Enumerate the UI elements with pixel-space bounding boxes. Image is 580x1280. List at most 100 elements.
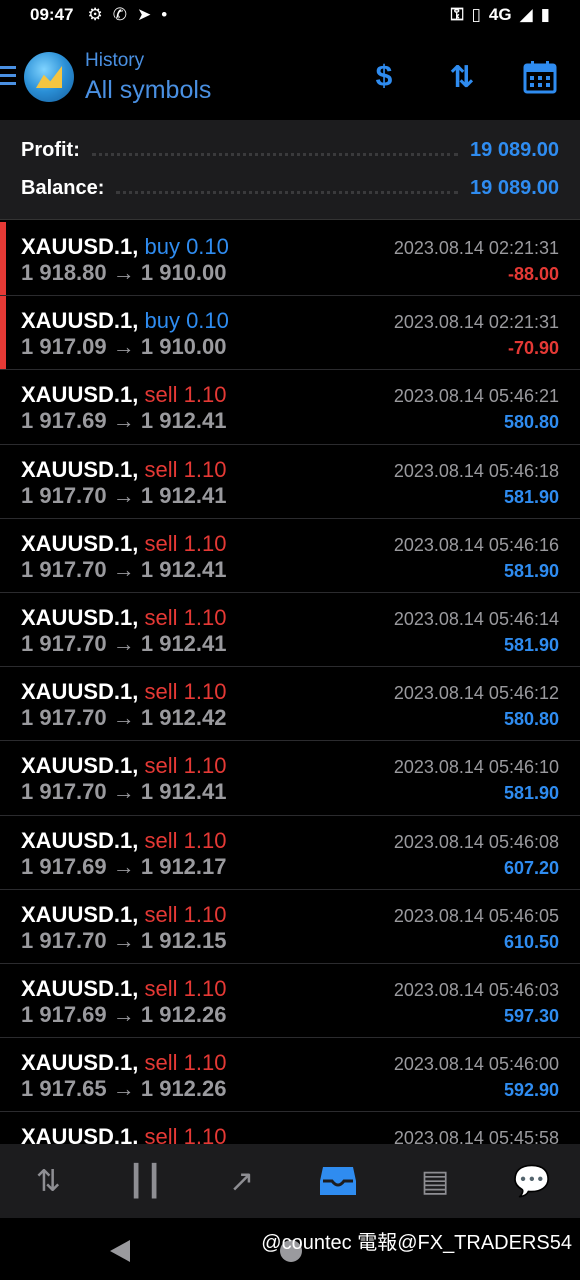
- deal-title: XAUUSD.1, sell 1.10: [21, 457, 226, 483]
- deal-title: XAUUSD.1, sell 1.10: [21, 679, 226, 705]
- gear-icon: ⚙: [87, 5, 103, 24]
- deal-title: XAUUSD.1, sell 1.10: [21, 1050, 226, 1076]
- deal-title: XAUUSD.1, buy 0.10: [21, 308, 229, 334]
- dotted-leader: [91, 152, 459, 156]
- deal-time: 2023.08.14 05:46:10: [393, 757, 559, 778]
- buy-marker: [0, 222, 6, 296]
- nav-chat[interactable]: 💬: [483, 1144, 580, 1218]
- deal-type: sell 1.10: [144, 679, 227, 705]
- back-icon[interactable]: [110, 1240, 130, 1262]
- deal-type: sell 1.10: [144, 1050, 227, 1076]
- deal-profit: 581.90: [503, 634, 559, 655]
- deal-type: sell 1.10: [144, 901, 227, 927]
- deal-type: sell 1.10: [144, 382, 227, 408]
- dot-icon: •: [161, 5, 168, 24]
- calendar-button[interactable]: [521, 58, 559, 96]
- balance-row: Balance: 19 089.00: [21, 173, 559, 203]
- deal-time: 2023.08.14 05:45:58: [393, 1128, 559, 1144]
- deal-row[interactable]: XAUUSD.1, sell 1.10 1 917.70 → 1 912.42 20…: [0, 667, 580, 742]
- deal-symbol: XAUUSD.1,: [21, 308, 139, 334]
- deal-row[interactable]: XAUUSD.1, sell 1.10 1 917.65 → 1 912.26 20…: [0, 1038, 580, 1113]
- deal-profit: 610.50: [503, 931, 559, 952]
- menu-icon[interactable]: [0, 66, 16, 90]
- deal-time: 2023.08.14 05:46:14: [393, 608, 559, 629]
- deal-prices: 1 918.80 → 1 910.00: [21, 260, 227, 285]
- deal-row[interactable]: XAUUSD.1, sell 1.10 1 917.69 → 1 912.26 20…: [0, 964, 580, 1039]
- nav-trade[interactable]: ↗: [193, 1144, 290, 1218]
- deal-row[interactable]: XAUUSD.1, sell 1.10 1 917.69 → 1 912.41 20…: [0, 370, 580, 445]
- key-icon: ⚿: [450, 5, 464, 24]
- deal-row[interactable]: XAUUSD.1, sell 1.10 1 917.70 → 1 912.41 20…: [0, 741, 580, 816]
- deal-time: 2023.08.14 05:46:05: [393, 905, 559, 926]
- deal-type: sell 1.10: [144, 530, 227, 556]
- deal-prices: 1 917.70 → 1 912.15: [21, 927, 227, 953]
- signal-icon: ◢: [519, 5, 533, 24]
- trade-icon: ↗: [229, 1164, 255, 1198]
- chart-icon: ┃┃: [126, 1164, 164, 1198]
- sort-button[interactable]: ⇅: [443, 58, 481, 96]
- deal-row[interactable]: XAUUSD.1, sell 1.10 1 917.70 → 1 912.41 20…: [0, 519, 580, 593]
- network-type: 4G: [488, 5, 512, 24]
- deal-type: sell 1.10: [144, 753, 227, 779]
- news-icon: ▤: [420, 1164, 450, 1198]
- deal-symbol: XAUUSD.1,: [21, 1050, 139, 1076]
- deal-profit: 580.80: [503, 709, 559, 730]
- status-bar: 09:47 ⚙ ✆ ➤ • ⚿ ▯ 4G ◢ ▮: [0, 0, 580, 30]
- history-icon: [320, 1167, 357, 1195]
- deal-time: 2023.08.14 05:46:21: [393, 386, 559, 407]
- deal-row[interactable]: XAUUSD.1, sell 1.10 1 917.70 → 1 912.41 20…: [0, 445, 580, 519]
- nav-chart[interactable]: ┃┃: [97, 1144, 194, 1218]
- quotes-icon: ⇅: [35, 1164, 61, 1198]
- deal-profit: 607.20: [503, 857, 559, 878]
- nav-news[interactable]: ▤: [387, 1144, 484, 1218]
- deal-profit: -70.90: [507, 338, 559, 359]
- deal-time: 2023.08.14 05:46:03: [393, 979, 559, 1000]
- deal-title: XAUUSD.1, sell 1.10: [21, 976, 226, 1002]
- deal-prices: 1 917.70 → 1 912.41: [21, 556, 227, 582]
- deal-type: sell 1.10: [144, 456, 227, 482]
- deal-time: 2023.08.14 02:21:31: [393, 238, 559, 258]
- vibrate-icon: ▯: [471, 5, 481, 24]
- deal-symbol: XAUUSD.1,: [21, 1124, 139, 1144]
- deal-profit: -88.00: [507, 264, 559, 284]
- deal-symbol: XAUUSD.1,: [21, 604, 139, 630]
- telegram-icon: ➤: [136, 5, 152, 24]
- deal-row[interactable]: XAUUSD.1, sell 1.10 2023.08.14 05:45:58: [0, 1112, 580, 1144]
- app-header: History All symbols $ ⇅: [0, 30, 580, 118]
- deal-prices: 1 917.09 → 1 910.00: [21, 334, 227, 360]
- deal-row[interactable]: XAUUSD.1, sell 1.10 1 917.70 → 1 912.41 20…: [0, 593, 580, 668]
- deal-time: 2023.08.14 05:46:18: [393, 460, 559, 481]
- deal-symbol: XAUUSD.1,: [21, 827, 139, 853]
- calendar-icon: [523, 61, 557, 94]
- deal-profit: 580.80: [503, 412, 559, 433]
- deal-time: 2023.08.14 02:21:31: [393, 312, 559, 333]
- deal-type: sell 1.10: [144, 827, 227, 853]
- deal-title: XAUUSD.1, sell 1.10: [21, 531, 226, 557]
- watermark: @countec 電報@FX_TRADERS54: [261, 1232, 572, 1254]
- deposit-filter-button[interactable]: $: [365, 58, 403, 96]
- deal-profit: 581.90: [503, 560, 559, 581]
- profit-row: Profit: 19 089.00: [21, 135, 559, 165]
- page-title: History: [85, 50, 145, 71]
- deal-symbol: XAUUSD.1,: [21, 456, 139, 482]
- symbol-filter[interactable]: All symbols: [85, 76, 211, 105]
- dotted-leader: [116, 190, 459, 194]
- deal-symbol: XAUUSD.1,: [21, 753, 139, 779]
- profit-value: 19 089.00: [470, 138, 559, 161]
- deal-row[interactable]: XAUUSD.1, sell 1.10 1 917.70 → 1 912.15 20…: [0, 890, 580, 964]
- nav-quotes[interactable]: ⇅: [0, 1144, 97, 1218]
- account-summary: Profit: 19 089.00 Balance: 19 089.00: [0, 120, 580, 220]
- deal-type: sell 1.10: [144, 975, 227, 1001]
- deal-row[interactable]: XAUUSD.1, buy 0.10 1 917.09 → 1 910.00 202…: [0, 296, 580, 371]
- deal-type: buy 0.10: [144, 234, 229, 259]
- deal-type: sell 1.10: [144, 604, 227, 630]
- deal-prices: 1 917.69 → 1 912.17: [21, 853, 227, 879]
- deal-list[interactable]: XAUUSD.1, buy 0.10 1 918.80 → 1 910.00 202…: [0, 222, 580, 1144]
- deal-profit: 581.90: [503, 783, 559, 804]
- deal-row[interactable]: XAUUSD.1, sell 1.10 1 917.69 → 1 912.17 20…: [0, 816, 580, 890]
- deal-row[interactable]: XAUUSD.1, buy 0.10 1 918.80 → 1 910.00 202…: [0, 222, 580, 297]
- deal-title: XAUUSD.1, sell 1.10: [21, 382, 226, 408]
- deal-symbol: XAUUSD.1,: [21, 530, 139, 556]
- nav-history[interactable]: [290, 1144, 387, 1218]
- bottom-nav: ⇅ ┃┃ ↗ ▤ 💬: [0, 1144, 580, 1218]
